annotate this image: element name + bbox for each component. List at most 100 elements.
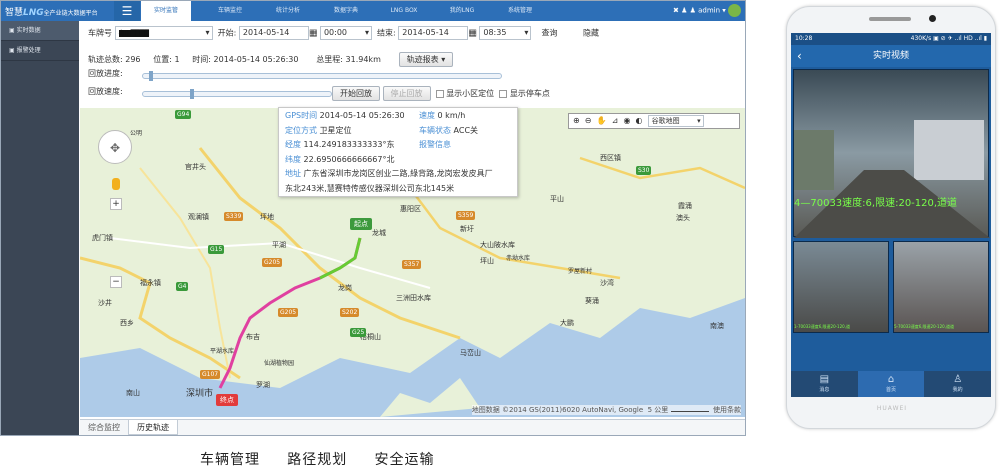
progress-slider-thumb[interactable] (149, 71, 154, 81)
query-button[interactable]: 查询 (542, 29, 558, 38)
map-place: 三洲田水库 (396, 294, 431, 302)
zoom-out-button[interactable]: − (110, 276, 122, 288)
map-place: 大山陂水库 (480, 241, 515, 249)
road-shield: S359 (456, 211, 476, 220)
map-pan-control[interactable]: ✥ (98, 130, 132, 164)
map-place: 南山 (126, 389, 140, 397)
plate-select[interactable]: 粤B ████ ▾ (114, 26, 213, 40)
calendar-icon[interactable]: ▦ (309, 29, 318, 39)
measure-icon[interactable]: ⊿ (612, 116, 619, 125)
plate-label: 车牌号 (88, 28, 112, 38)
nav-realtime[interactable]: 实时监管 (141, 1, 191, 21)
track-report-button[interactable]: 轨迹报表 ▾ (398, 52, 454, 67)
caption-route-planning: 路径规划 (287, 452, 348, 468)
map-place: 赤坳水库 (506, 255, 531, 262)
map-place: 虎门镇 (92, 234, 113, 242)
map-copyright: 地图数据 ©2014 GS(2011)6020 AutoNavi, Google… (471, 405, 741, 415)
map-type-select[interactable]: 谷歌地图 ▾ (647, 114, 704, 127)
toolbar-icons[interactable]: ✖ ♟ ♟ (673, 7, 696, 15)
end-marker[interactable]: 终点 (216, 394, 238, 406)
caption: 车辆管理 路径规划 安全运输 (200, 449, 560, 469)
sidebar-item-realtime[interactable]: ▣ 实时数据 (1, 21, 79, 41)
nav-profile[interactable]: ♙ 我的 (924, 371, 991, 397)
zoom-in-icon[interactable]: ⊕ (573, 116, 580, 125)
phone-bottom-nav: ▤ 消息 ⌂ 首页 ♙ 我的 (791, 371, 991, 397)
main-video-feed[interactable]: 4—70033速度:6,限速:20-120,道道 (793, 69, 990, 238)
phone-mockup: 10:28 430K/s ▣ ⊘ ✈ ..ıl HD ..ıl ▮ ‹ 实时视频 4… (786, 6, 996, 429)
stop-playback-button[interactable]: 停止回放 (382, 86, 431, 101)
road-shield: G205 (278, 308, 299, 317)
video-overlay-text: 4—70033速度:6,限速:20-120,道道 (794, 198, 958, 209)
start-playback-button[interactable]: 开始回放 (332, 86, 380, 101)
map-place: 平湖水库 (210, 348, 235, 355)
top-navigation-bar: 智慧LNG全产业链大数据平台 ☰ 实时监管 车辆监控 统计分析 数据字典 LNG… (1, 1, 745, 21)
sidebar-item-alarm[interactable]: ▣ 报警处理 (1, 41, 79, 61)
show-area-label: 显示小区定位 (446, 89, 495, 98)
end-time-select[interactable]: 08:35 ▾ (479, 26, 532, 40)
tab-overview[interactable]: 综合监控 (80, 420, 128, 435)
phone-title: 实时视频 (872, 51, 909, 61)
map-place: 深圳市 (186, 389, 214, 399)
nav-messages[interactable]: ▤ 消息 (791, 371, 858, 397)
map-toolbar: ⊕ ⊖ ✋ ⊿ ◉ ◐ 谷歌地图 ▾ (568, 113, 740, 129)
cam1-label: 1-70033速度6,限速20-120,道 (794, 324, 850, 329)
nav-dictionary[interactable]: 数据字典 (321, 1, 371, 21)
cabin-camera-1[interactable]: 1-70033速度6,限速20-120,道 (793, 241, 889, 333)
nav-home[interactable]: ⌂ 首页 (857, 371, 925, 397)
nav-statistics[interactable]: 统计分析 (263, 1, 313, 21)
main-panel: 车牌号 粤B ████ ▾ 开始: 2014-05-14 ▦ 00:00 ▾ 结束:… (80, 21, 745, 435)
layer-icon[interactable]: ◐ (636, 116, 643, 125)
speed-slider-thumb[interactable] (189, 89, 194, 99)
avatar[interactable] (728, 4, 741, 17)
show-stop-checkbox[interactable] (499, 89, 508, 98)
street-view-pegman-icon[interactable] (112, 178, 120, 190)
start-time-select[interactable]: 00:00 ▾ (319, 26, 372, 40)
nav-lng-box[interactable]: LNG BOX (379, 1, 429, 21)
map-place: 平湖 (272, 241, 286, 249)
nav-vehicle-monitor[interactable]: 车辆监控 (205, 1, 255, 21)
map-place: 官井头 (185, 163, 206, 171)
pan-hand-icon[interactable]: ✋ (597, 116, 607, 125)
globe-icon[interactable]: ◉ (623, 116, 630, 125)
speed-label: 回放速度: (88, 87, 123, 96)
map-place: 霞涌 (678, 202, 692, 210)
map-place: 坪山 (480, 257, 494, 265)
map-place: 罗湖 (256, 381, 270, 389)
user-icon: ♙ (953, 374, 963, 385)
terms-link[interactable]: 使用条款 (713, 406, 741, 414)
map-place: 沙湾 (600, 279, 614, 287)
roadside (794, 130, 834, 190)
road-shield: G15 (208, 245, 225, 254)
message-icon: ▤ (819, 374, 830, 385)
zoom-in-button[interactable]: + (110, 198, 122, 210)
start-label: 开始: (217, 28, 237, 38)
map-place: 坪地 (260, 213, 274, 221)
back-icon[interactable]: ‹ (797, 45, 802, 67)
speed-slider[interactable] (142, 91, 332, 97)
cam2-label: 5-70033速度6,限速20-120,道道 (894, 324, 954, 329)
nav-my-lng[interactable]: 我的LNG (437, 1, 487, 21)
calendar-icon[interactable]: ▦ (468, 29, 477, 39)
map-place: 沙井 (98, 299, 112, 307)
user-area[interactable]: ✖ ♟ ♟ admin ▾ (673, 4, 741, 17)
truck-shape (914, 120, 984, 180)
cabin-camera-2[interactable]: 5-70033速度6,限速20-120,道道 (893, 241, 989, 333)
phone-speaker (869, 17, 911, 21)
start-marker[interactable]: 起点 (350, 218, 372, 230)
show-area-checkbox[interactable] (435, 89, 444, 98)
zoom-out-icon[interactable]: ⊖ (585, 116, 592, 125)
start-date-input[interactable]: 2014-05-14 (238, 26, 309, 40)
tab-history-track[interactable]: 历史轨迹 (128, 420, 178, 435)
road-shield: S339 (224, 212, 244, 221)
map-place: 龙岗 (338, 284, 352, 292)
nav-system[interactable]: 系统管理 (495, 1, 545, 21)
menu-icon[interactable]: ☰ (114, 1, 140, 21)
hide-button[interactable]: 隐藏 (583, 29, 599, 38)
progress-slider[interactable] (142, 73, 502, 79)
time-value: 时间: 2014-05-14 05:26:30 (192, 55, 299, 64)
end-date-input[interactable]: 2014-05-14 (398, 26, 469, 40)
user-menu[interactable]: admin ▾ (698, 7, 726, 15)
app-logo: 智慧LNG全产业链大数据平台 (5, 8, 98, 18)
map-place: 新圩 (460, 225, 474, 233)
map-place: 罗屋新村 (568, 268, 593, 275)
